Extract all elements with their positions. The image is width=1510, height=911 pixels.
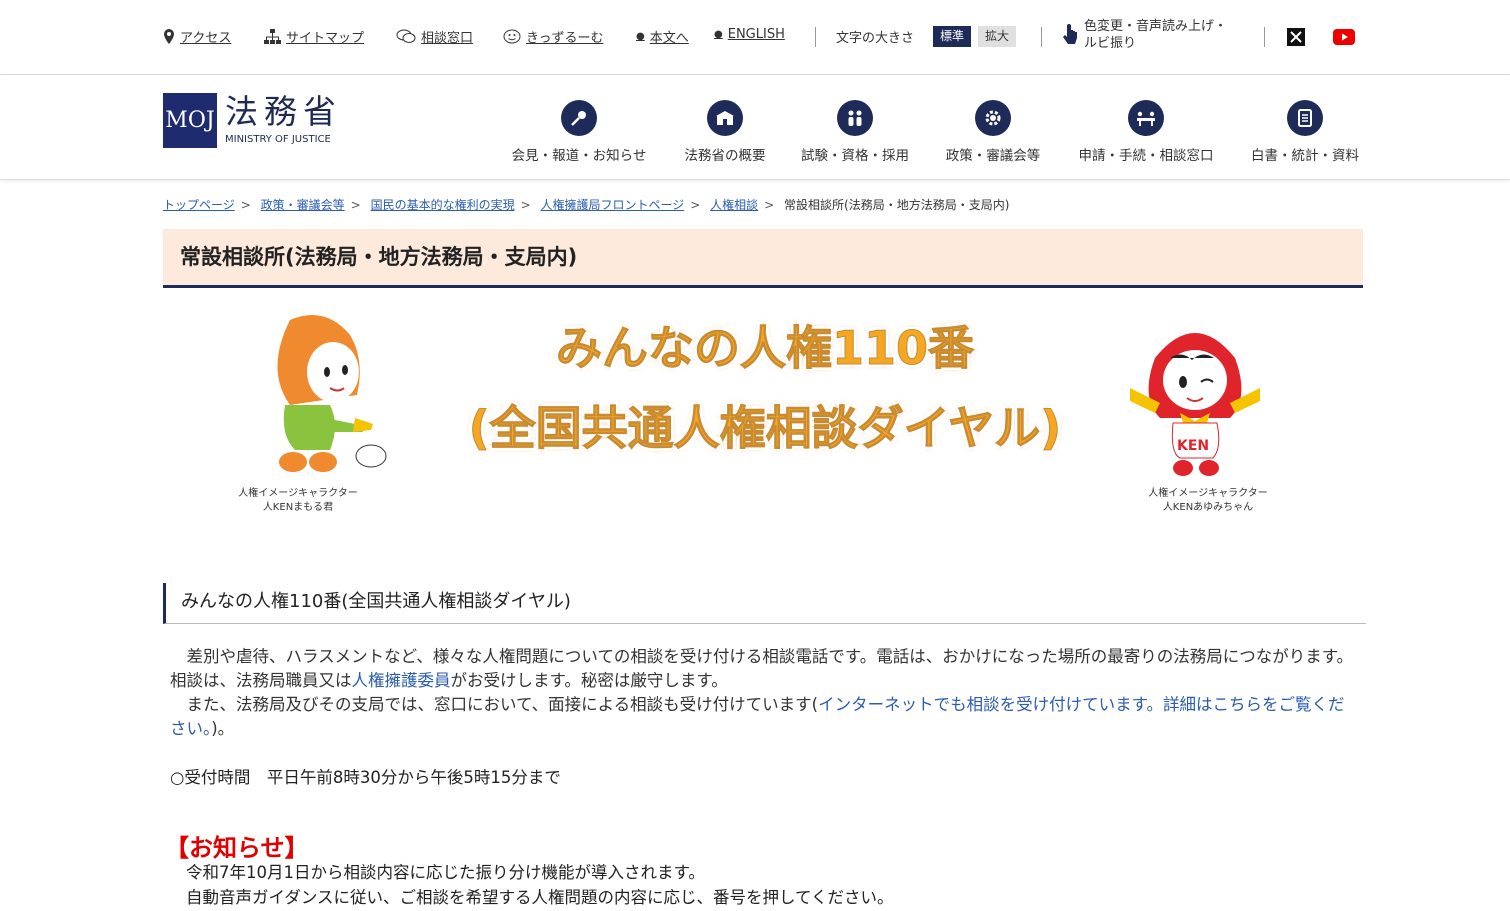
chevron-right-icon: > — [764, 198, 775, 212]
gnav-exams[interactable]: 試験・資格・採用 — [794, 100, 916, 164]
gnav-label: 白書・統計・資料 — [1251, 148, 1359, 164]
caption-line: 人権イメージキャラクター — [1148, 488, 1268, 499]
caption-line: 人権イメージキャラクター — [238, 488, 358, 499]
breadcrumb-link[interactable]: 人権相談 — [710, 198, 758, 212]
banner-line-2: (全国共通人権相談ダイヤル) — [468, 401, 1062, 456]
gnav-procedures[interactable]: 申請・手続・相談窓口 — [1068, 100, 1224, 164]
text: がお受けします。秘密は厳守します。 — [450, 671, 728, 690]
smiley-icon — [503, 29, 521, 44]
gnav-label: 試験・資格・採用 — [801, 148, 909, 164]
notice-heading: 【お知らせ】 — [165, 834, 309, 862]
chevron-right-icon: > — [350, 198, 361, 212]
gnav-label: 会見・報道・お知らせ — [511, 148, 647, 164]
document-icon — [1298, 109, 1312, 127]
paragraph: 差別や虐待、ハラスメントなど、様々な人権問題についての相談を受け付ける相談電話で… — [170, 645, 1360, 693]
notice-line: 令和7年10月1日から相談内容に応じた振り分け機能が導入されます。 — [186, 863, 705, 882]
consult-link[interactable]: 相談窓口 — [396, 27, 473, 46]
caption-line: 人KENまもる君 — [262, 502, 334, 513]
banner-heading: みんなの人権110番 (全国共通人権相談ダイヤル) — [420, 310, 1110, 470]
youtube-link[interactable] — [1333, 27, 1355, 47]
page-title: 常設相談所(法務局・地方法務局・支局内) — [180, 245, 578, 269]
svg-text:KEN: KEN — [1177, 438, 1209, 454]
color-change-label-2: ルビ振り — [1084, 36, 1137, 51]
bullet-icon: ● — [636, 31, 645, 42]
people-icon — [848, 110, 862, 126]
breadcrumb: トップページ > 政策・審議会等 > 国民の基本的な権利の実現 > 人権擁護局フロント… — [163, 196, 1009, 213]
breadcrumb-current: 常設相談所(法務局・地方法務局・支局内) — [784, 198, 1010, 212]
body-text: 差別や虐待、ハラスメントなど、様々な人権問題についての相談を受け付ける相談電話で… — [170, 645, 1360, 741]
paragraph: また、法務局及びその支局では、窓口において、面接による相談も受け付けています(イ… — [170, 693, 1360, 741]
breadcrumb-link[interactable]: 政策・審議会等 — [261, 198, 345, 212]
gear-icon — [985, 110, 1001, 126]
divider — [815, 27, 816, 47]
reception-hours: ○受付時間 平日午前8時30分から午後5時15分まで — [170, 768, 561, 787]
english-link[interactable]: ● ENGLISH — [714, 27, 785, 42]
text: また、法務局及びその支局では、窓口において、面接による相談も受け付けています( — [186, 695, 819, 714]
breadcrumb-link[interactable]: 国民の基本的な権利の実現 — [371, 198, 515, 212]
gnav-label: 法務省の概要 — [684, 148, 766, 164]
skip-to-content-link[interactable]: ● 本文へ — [636, 27, 689, 46]
chevron-right-icon: > — [240, 198, 251, 212]
banner-line-1: みんなの人権110番 — [555, 321, 975, 376]
x-logo-icon — [1287, 28, 1305, 46]
consult-label: 相談窓口 — [421, 31, 474, 46]
kids-room-link[interactable]: きっずるーむ — [503, 27, 603, 46]
map-pin-icon — [164, 29, 174, 44]
building-icon — [716, 111, 734, 125]
gnav-policy[interactable]: 政策・審議会等 — [936, 100, 1050, 164]
access-label: アクセス — [180, 31, 232, 46]
caption-line: 人KENあゆみちゃん — [1162, 502, 1254, 513]
text: 差別や虐待、ハラスメントなど、様々な人権問題についての相談を受け付ける相談電話で… — [170, 647, 1354, 690]
mamoru-character-illustration — [277, 315, 387, 472]
gnav-press[interactable]: 会見・報道・お知らせ — [503, 100, 655, 164]
divider — [1264, 27, 1265, 47]
gnav-label: 申請・手続・相談窓口 — [1078, 148, 1214, 164]
notice-line: 自動音声ガイダンスに従い、ご相談を希望する人権問題の内容に応じ、番号を押してくだ… — [186, 888, 894, 907]
english-label: ENGLISH — [727, 27, 785, 42]
utility-bar: アクセス サイトマップ 相談窓口 きっずるーむ ● 本文へ ● ENGLISH … — [0, 0, 1510, 75]
chat-bubbles-icon — [396, 29, 416, 43]
skip-label: 本文へ — [649, 31, 689, 46]
section-title: みんなの人権110番(全国共通人権相談ダイヤル) — [181, 591, 571, 612]
sitemap-label: サイトマップ — [286, 31, 365, 46]
breadcrumb-link[interactable]: トップページ — [163, 198, 235, 212]
notice-body: 令和7年10月1日から相談内容に応じた振り分け機能が導入されます。 自動音声ガイ… — [186, 860, 894, 910]
chevron-right-icon: > — [520, 198, 531, 212]
kids-room-label: きっずるーむ — [526, 31, 604, 46]
color-change-button[interactable]: 色変更・音声読み上げ・ ルビ振り — [1062, 18, 1227, 52]
site-header: MOJ 法務省 MINISTRY OF JUSTICE 会見・報道・お知らせ 法… — [0, 75, 1510, 180]
logo-subtitle: MINISTRY OF JUSTICE — [225, 134, 331, 145]
text: )。 — [211, 719, 235, 738]
moj-logo-mark: MOJ — [163, 93, 217, 148]
page-title-box: 常設相談所(法務局・地方法務局・支局内) — [163, 229, 1363, 288]
divider — [1041, 27, 1042, 47]
x-twitter-link[interactable] — [1285, 27, 1307, 47]
access-link[interactable]: アクセス — [163, 27, 231, 46]
bullet-icon: ● — [714, 29, 723, 40]
font-size-label: 文字の大きさ — [836, 31, 915, 46]
gnav-about[interactable]: 法務省の概要 — [670, 100, 780, 164]
hand-pointer-icon — [1063, 24, 1077, 44]
char-caption-right: 人権イメージキャラクター 人KENあゆみちゃん — [1138, 487, 1278, 515]
gnav-label: 政策・審議会等 — [945, 148, 1041, 164]
color-change-label-1: 色変更・音声読み上げ・ — [1084, 19, 1228, 34]
desk-consult-icon — [1137, 111, 1155, 126]
char-caption-left: 人権イメージキャラクター 人KENまもる君 — [228, 487, 368, 515]
youtube-icon — [1333, 29, 1355, 45]
sitemap-link[interactable]: サイトマップ — [264, 27, 364, 46]
commissioner-link[interactable]: 人権擁護委員 — [352, 671, 451, 690]
logo-title: 法務省 — [225, 92, 342, 131]
gnav-whitepaper[interactable]: 白書・統計・資料 — [1244, 100, 1366, 164]
sitemap-icon — [264, 29, 281, 44]
section-title-box: みんなの人権110番(全国共通人権相談ダイヤル) — [163, 583, 1366, 624]
ayumi-character-illustration: KEN — [1130, 333, 1260, 476]
site-logo[interactable]: MOJ 法務省 MINISTRY OF JUSTICE — [163, 93, 342, 148]
breadcrumb-link[interactable]: 人権擁護局フロントページ — [540, 198, 684, 212]
font-standard-button[interactable]: 標準 — [933, 26, 972, 47]
chevron-right-icon: > — [690, 198, 701, 212]
font-large-button[interactable]: 拡大 — [978, 26, 1017, 47]
microphone-icon — [571, 111, 586, 126]
